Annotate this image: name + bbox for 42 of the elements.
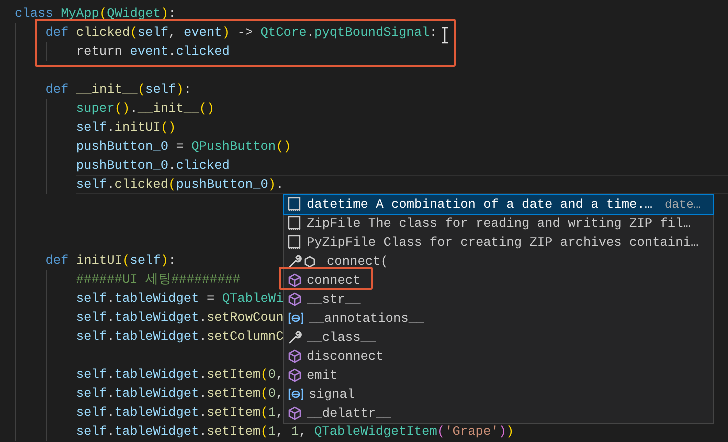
suggestion-item[interactable]: __delattr__	[284, 404, 713, 423]
code-line: self.tableWidget.setRowCoun	[76, 309, 284, 327]
suggestion-item[interactable]: disconnect	[284, 347, 713, 366]
code-line: self.tableWidget.setItem(1, 1, QTableWidgetItem('Grape'))	[76, 423, 514, 441]
suggestion-detail: date…	[664, 196, 701, 214]
code-line: ######UI 세팅#########	[76, 271, 241, 289]
code-line: self.initUI()	[76, 119, 176, 137]
cube-icon	[288, 292, 302, 307]
code-line: def __init__(self):	[46, 81, 192, 99]
suggestion-item[interactable]: emit	[284, 366, 713, 385]
text-cursor-icon	[441, 27, 449, 44]
field-icon	[288, 312, 304, 325]
suggestion-item[interactable]: __str__	[284, 290, 713, 309]
suggestion-item[interactable]: connect	[284, 271, 713, 290]
suggestion-item[interactable]: __class__	[284, 328, 713, 347]
code-line: self.tableWidget.setColumnC	[76, 328, 284, 346]
code-line: def clicked(self, event) -> QtCore.pyqtBoundSignal:	[46, 24, 438, 42]
wrench-icon	[288, 330, 302, 345]
module-icon	[288, 197, 302, 212]
suggestion-item[interactable]: connect(	[284, 252, 713, 271]
code-line: self.clicked(pushButton_0).	[76, 175, 728, 194]
cube-icon	[288, 273, 302, 288]
code-line: self.tableWidget.setItem(1,	[76, 404, 284, 422]
code-line: self.tableWidget.setItem(0,	[76, 385, 284, 403]
field-icon	[288, 388, 304, 401]
cube-icon	[288, 349, 302, 364]
suggestion-item[interactable]: signal	[284, 385, 713, 404]
cube-icon	[288, 406, 302, 421]
module-icon	[288, 235, 302, 250]
code-line: pushButton_0.clicked	[76, 157, 230, 175]
suggestion-item[interactable]: datetime A combination of a date and a time.… date…	[284, 195, 713, 214]
suggestion-item[interactable]: __annotations__	[284, 309, 713, 328]
suggestion-item[interactable]: ZipFile The class for reading and writing ZIP fil…	[284, 214, 713, 233]
suggestion-item[interactable]: PyZipFile Class for creating ZIP archives containi…	[284, 233, 713, 252]
code-line: def initUI(self):	[46, 252, 176, 270]
code-line: pushButton_0 = QPushButton()	[76, 138, 292, 156]
module-icon	[288, 216, 302, 231]
code-line: self.tableWidget.setItem(0,	[76, 366, 284, 384]
code-line: return event.clicked	[76, 43, 230, 61]
code-line: super().__init__()	[76, 100, 215, 118]
cube-icon	[288, 368, 302, 383]
code-line: self.tableWidget = QTableWi	[76, 290, 284, 308]
